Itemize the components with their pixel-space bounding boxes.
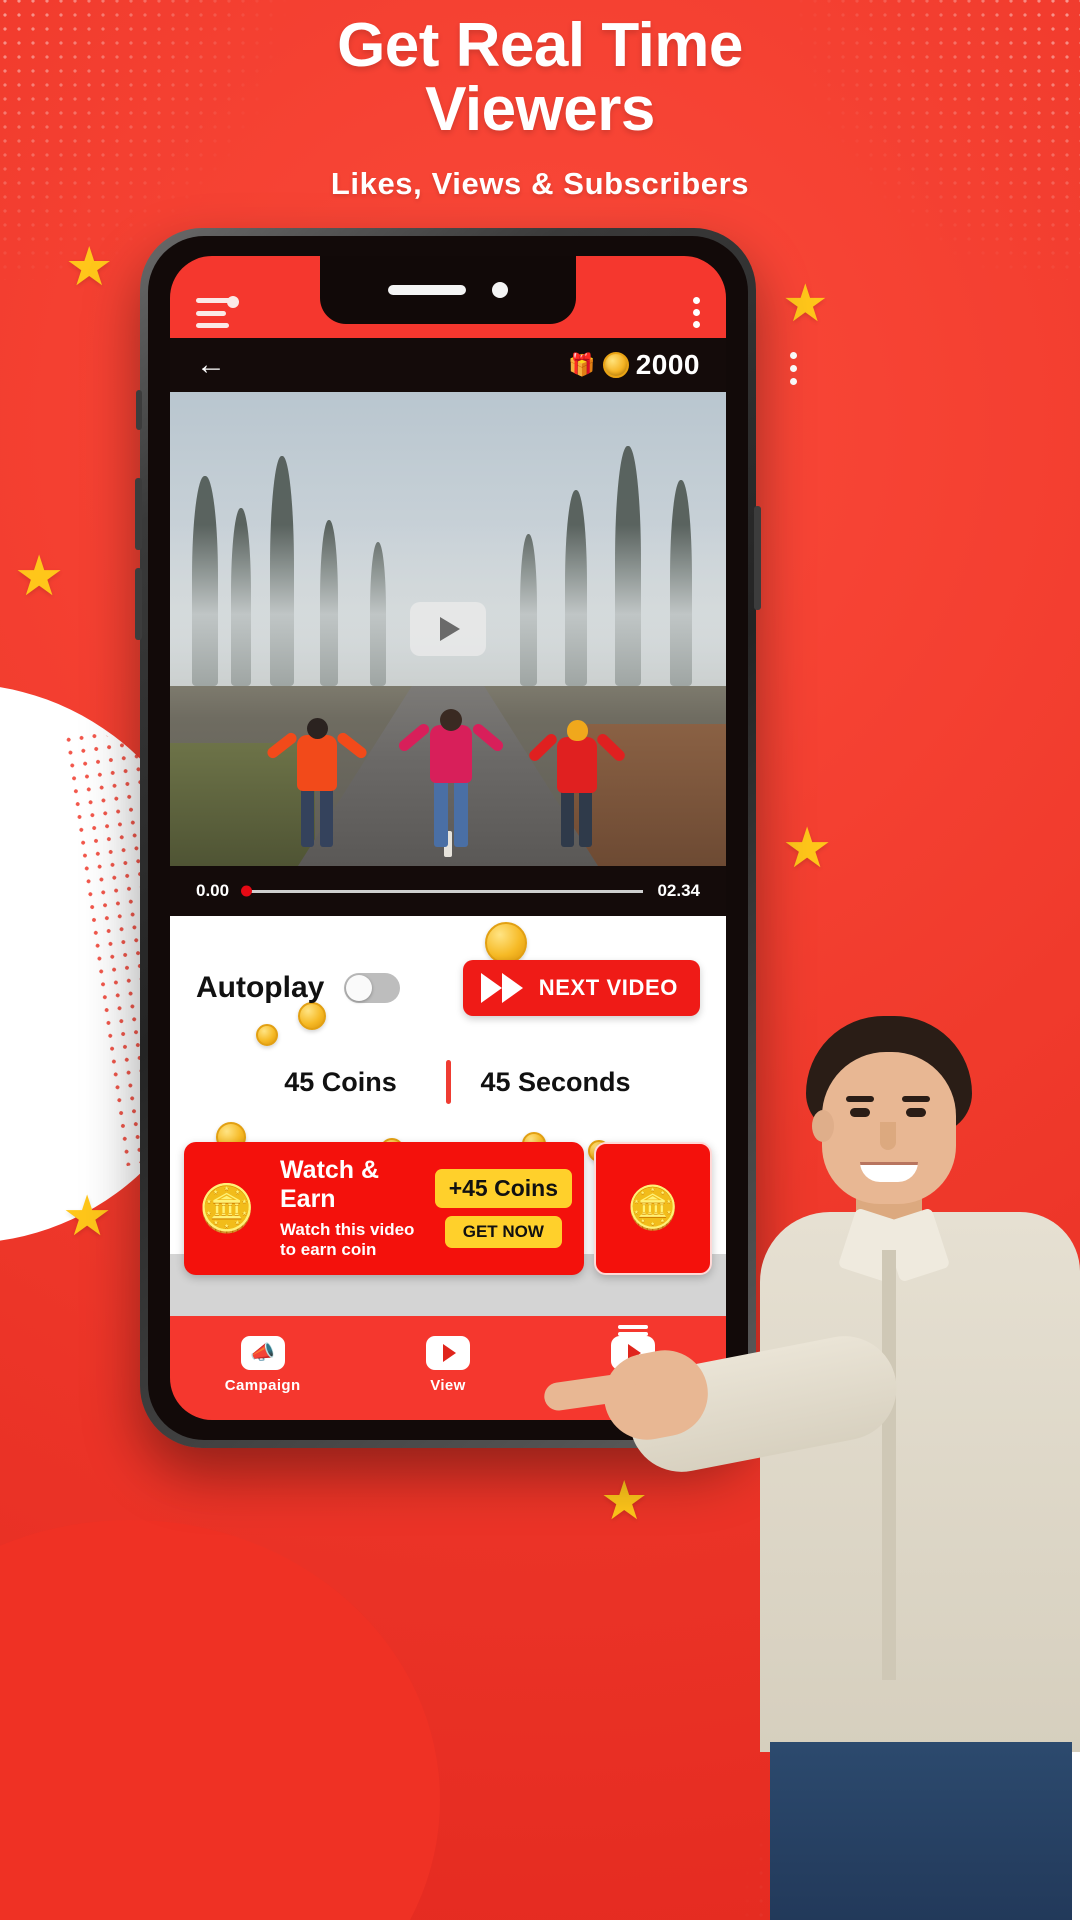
- nav-item-view[interactable]: View: [388, 1336, 508, 1394]
- phone-power-button[interactable]: [754, 506, 761, 610]
- presenter-eyebrow-right: [902, 1096, 930, 1102]
- gift-icon[interactable]: 🎁: [568, 352, 595, 378]
- headline-line-1: Get Real Time: [337, 11, 743, 80]
- phone-notch: [320, 256, 576, 324]
- presenter-jeans: [770, 1742, 1072, 1920]
- hamburger-menu-icon[interactable]: [196, 296, 239, 328]
- fast-forward-icon: [480, 973, 523, 1003]
- phone-volume-down-button[interactable]: [135, 568, 142, 640]
- coins-badge: +45 Coins: [434, 1168, 572, 1208]
- presenter-shirt: [760, 1212, 1080, 1752]
- play-icon[interactable]: [410, 602, 486, 656]
- watch-earn-subtitle: Watch this video to earn coin: [280, 1220, 415, 1260]
- kebab-menu-icon[interactable]: [693, 297, 700, 328]
- front-camera: [492, 282, 508, 298]
- seek-handle[interactable]: [241, 885, 253, 897]
- star-decoration: ★: [65, 237, 114, 297]
- presenter-photo: [542, 1000, 1080, 1920]
- phone-mute-button[interactable]: [136, 390, 142, 430]
- menu-knob: [227, 296, 239, 308]
- back-arrow-icon[interactable]: ←: [196, 350, 226, 380]
- presenter-shirt-placket: [882, 1250, 896, 1680]
- nav-label-view: View: [430, 1377, 466, 1394]
- nav-label-campaign: Campaign: [224, 1377, 301, 1394]
- play-screen-icon: [425, 1336, 470, 1370]
- video-player[interactable]: [170, 392, 726, 866]
- coin-balance[interactable]: 🎁 2000: [568, 349, 700, 381]
- watch-earn-title: Watch & Earn: [280, 1156, 380, 1213]
- megaphone-icon: 📣: [240, 1336, 285, 1370]
- current-time-label: 0.00: [196, 881, 230, 900]
- coin-balance-bar: ← 🎁 2000: [170, 338, 726, 392]
- autoplay-control[interactable]: Autoplay: [196, 971, 401, 1005]
- coin-stack-icon: 🪙: [198, 1182, 256, 1235]
- page-title: Get Real Time Viewers: [0, 14, 1080, 142]
- seek-track[interactable]: [241, 885, 644, 897]
- get-now-button[interactable]: GET NOW: [444, 1215, 562, 1248]
- coin-icon: [602, 352, 629, 378]
- presenter-eye-right: [906, 1108, 926, 1117]
- page-subtitle: Likes, Views & Subscribers: [330, 165, 750, 201]
- earpiece-speaker: [388, 285, 466, 295]
- total-time-label: 02.34: [657, 881, 700, 900]
- coin-amount-label: 2000: [635, 349, 700, 380]
- next-video-label: NEXT VIDEO: [538, 975, 678, 1000]
- autoplay-label: Autoplay: [196, 971, 325, 1004]
- presenter-ear: [812, 1110, 834, 1142]
- presenter-eyebrow-left: [846, 1096, 874, 1102]
- video-grass-left: [170, 742, 315, 866]
- star-decoration: ★: [782, 275, 829, 333]
- side-kebab-icon: [790, 352, 797, 385]
- star-decoration: ★: [782, 816, 833, 879]
- watch-earn-text: Watch & Earn Watch this video to earn co…: [280, 1156, 425, 1261]
- headline-line-2: Viewers: [425, 74, 655, 144]
- watch-earn-card[interactable]: 🪙 Watch & Earn Watch this video to earn …: [184, 1142, 584, 1275]
- nav-item-campaign[interactable]: 📣 Campaign: [203, 1336, 323, 1394]
- stat-coins: 45 Coins: [284, 1066, 397, 1097]
- watch-earn-actions: +45 Coins GET NOW: [434, 1168, 572, 1248]
- headline-block: Get Real Time Viewers Likes, Views & Sub…: [0, 14, 1080, 202]
- presenter-eye-left: [850, 1108, 870, 1117]
- phone-volume-up-button[interactable]: [135, 478, 142, 550]
- presenter-nose: [880, 1122, 896, 1150]
- star-decoration: ★: [62, 1184, 113, 1247]
- autoplay-toggle[interactable]: [344, 973, 401, 1003]
- autoplay-toggle-knob: [346, 975, 373, 1001]
- video-seek-bar[interactable]: 0.00 02.34: [170, 866, 726, 916]
- star-decoration: ★: [14, 544, 65, 607]
